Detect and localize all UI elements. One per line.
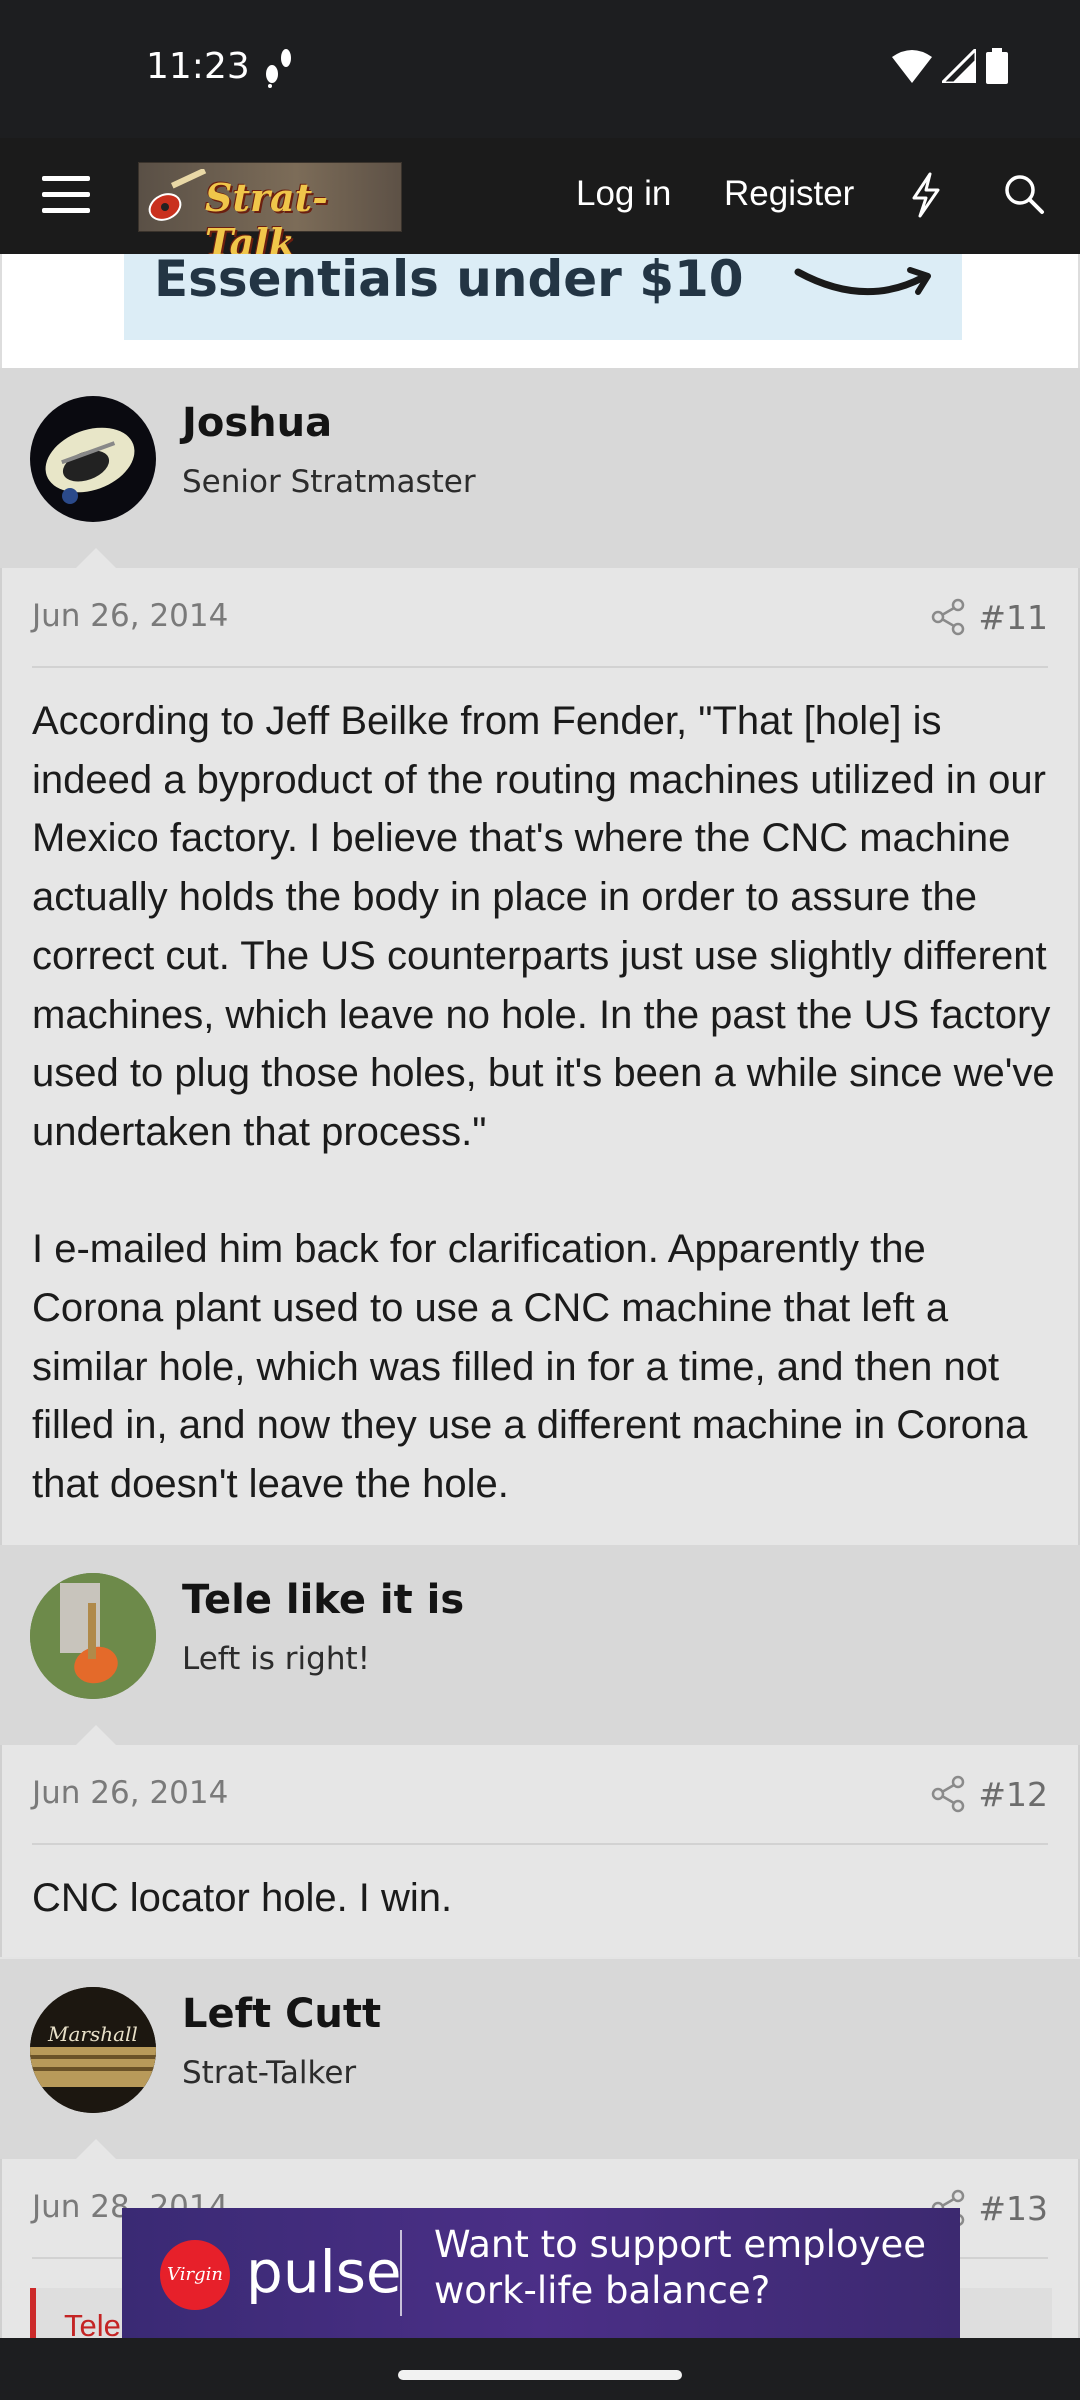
- author-arrow: [76, 1725, 116, 1745]
- menu-button[interactable]: [38, 170, 94, 222]
- status-bar: 11:23: [0, 0, 1080, 138]
- wifi-icon: [892, 50, 932, 83]
- notification-icon: [266, 49, 291, 88]
- author-arrow: [76, 548, 116, 568]
- home-gesture-handle[interactable]: [398, 2370, 682, 2380]
- post-message: CNC locator hole. I win.: [32, 1869, 1062, 1928]
- post-body: Jun 26, 2014 #12 CNC locator hole. I win…: [0, 1745, 1080, 1957]
- whats-new-bolt-icon[interactable]: [908, 172, 944, 218]
- author-arrow: [76, 2139, 116, 2159]
- share-icon[interactable]: [930, 598, 966, 636]
- message-paragraph: According to Jeff Beilke from Fender, "T…: [32, 699, 1055, 1154]
- post-date[interactable]: Jun 26, 2014: [32, 598, 228, 634]
- post-author-block: Joshua Senior Stratmaster: [0, 368, 1080, 568]
- status-icons: [892, 48, 1008, 84]
- user-title: Strat-Talker: [182, 2055, 357, 2091]
- user-title: Senior Stratmaster: [182, 464, 476, 500]
- avatar[interactable]: Marshall: [30, 1987, 156, 2113]
- username[interactable]: Joshua: [182, 400, 332, 446]
- site-header: Strat-Talk Log in Register: [0, 138, 1080, 265]
- site-logo[interactable]: Strat-Talk: [138, 162, 402, 265]
- share-icon[interactable]: [930, 1775, 966, 1813]
- ad-top-text: Essentials under $10: [154, 254, 744, 308]
- ad-container: Essentials under $10: [0, 254, 1080, 368]
- ad-line-2: work-life balance?: [434, 2269, 771, 2312]
- status-time: 11:23: [146, 46, 250, 87]
- post-number[interactable]: #12: [978, 1775, 1048, 1814]
- post-author-block: Tele like it is Left is right!: [0, 1545, 1080, 1745]
- search-icon[interactable]: [1002, 172, 1046, 218]
- user-title: Left is right!: [182, 1641, 371, 1677]
- ad-divider: [400, 2230, 402, 2316]
- battery-icon: [986, 48, 1008, 84]
- ad-banner-top[interactable]: Essentials under $10: [124, 254, 962, 340]
- message-paragraph: I e-mailed him back for clarification. A…: [32, 1227, 1028, 1507]
- avatar[interactable]: [30, 396, 156, 522]
- message-paragraph: CNC locator hole. I win.: [32, 1876, 453, 1920]
- post-number[interactable]: #13: [978, 2189, 1048, 2228]
- post-message: According to Jeff Beilke from Fender, "T…: [32, 692, 1062, 1514]
- ad-brand: pulse: [246, 2238, 402, 2306]
- avatar[interactable]: [30, 1573, 156, 1699]
- username[interactable]: Tele like it is: [182, 1577, 464, 1623]
- post-body: Jun 26, 2014 #11 According to Jeff Beilk…: [0, 568, 1080, 1545]
- virgin-logo-icon: Virgin: [160, 2240, 230, 2310]
- ad-copy: Want to support employee work-life balan…: [434, 2222, 926, 2314]
- logo-text: Strat-Talk: [205, 175, 328, 265]
- system-nav-bar: [0, 2338, 1080, 2400]
- ad-banner-bottom[interactable]: Virgin pulse Want to support employee wo…: [122, 2208, 960, 2338]
- signal-icon: [942, 49, 976, 83]
- register-link[interactable]: Register: [724, 174, 854, 214]
- post-date[interactable]: Jun 26, 2014: [32, 1775, 228, 1811]
- username[interactable]: Left Cutt: [182, 1991, 381, 2037]
- post-author-block: Marshall Left Cutt Strat-Talker: [0, 1959, 1080, 2159]
- divider: [32, 666, 1048, 668]
- amazon-smile-icon: [794, 267, 931, 296]
- post-number[interactable]: #11: [978, 598, 1048, 637]
- ad-line-1: Want to support employee: [434, 2223, 926, 2266]
- divider: [32, 1843, 1048, 1845]
- login-link[interactable]: Log in: [576, 174, 671, 214]
- guitar-logo-icon: [148, 169, 207, 221]
- svg-text:Marshall: Marshall: [47, 2022, 138, 2046]
